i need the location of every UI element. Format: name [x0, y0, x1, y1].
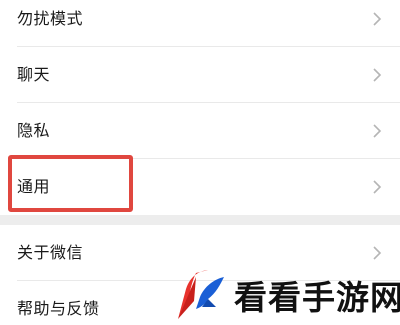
settings-item-privacy[interactable]: 隐私	[0, 103, 400, 159]
settings-item-label: 关于微信	[17, 243, 84, 262]
group-separator	[0, 215, 400, 225]
chevron-right-icon	[373, 68, 382, 82]
settings-item-label: 帮助与反馈	[17, 299, 100, 318]
chevron-right-icon	[373, 246, 382, 260]
chevron-right-icon	[373, 124, 382, 138]
watermark-text: 看看手游网	[234, 278, 400, 317]
settings-item-label: 通用	[17, 177, 51, 196]
chevron-right-icon	[373, 12, 382, 26]
settings-item-do-not-disturb[interactable]: 勿扰模式	[0, 0, 400, 47]
chevron-right-icon	[373, 180, 382, 194]
settings-item-chat[interactable]: 聊天	[0, 47, 400, 103]
settings-item-general[interactable]: 通用	[0, 159, 400, 215]
watermark: 看看手游网	[172, 263, 400, 323]
settings-item-label: 聊天	[17, 65, 51, 84]
settings-item-label: 隐私	[17, 121, 51, 140]
kankan-logo-icon	[178, 270, 224, 319]
settings-item-label: 勿扰模式	[17, 9, 84, 28]
